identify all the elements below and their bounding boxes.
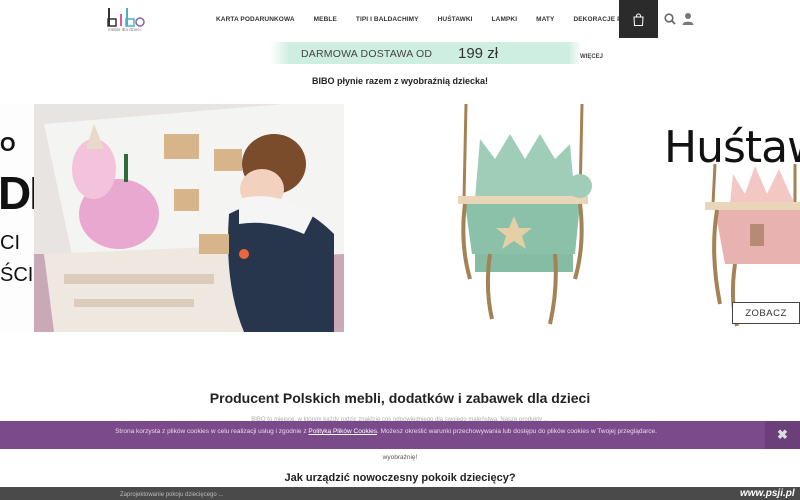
- logo-subtitle: meble dla dzieci: [108, 27, 141, 32]
- section-title: Producent Polskich mebli, dodatków i zab…: [209, 390, 591, 406]
- slide-title: Huśtaw: [664, 122, 800, 173]
- section-subtitle: Jak urządzić nowoczesny pokoik dziecięcy…: [284, 472, 516, 484]
- cookie-policy-link[interactable]: Polityką Plików Cookies: [308, 428, 377, 435]
- nav-item-furniture[interactable]: MEBLE: [314, 16, 337, 23]
- cookie-banner: [0, 421, 800, 449]
- user-icon[interactable]: [682, 12, 694, 25]
- nav-item-tipi[interactable]: TIPI I BALDACHIMY: [356, 16, 419, 23]
- nav-item-lamps[interactable]: LAMPKI: [492, 16, 518, 23]
- page: meble dla dzieci KARTA PODARUNKOWA MEBLE…: [0, 0, 800, 500]
- main-nav: KARTA PODARUNKOWA MEBLE TIPI I BALDACHIM…: [216, 0, 664, 38]
- shopping-bag-icon: [633, 13, 644, 26]
- promo-price: 199 zł: [458, 45, 499, 62]
- section-body-text: Zaprojektowanie pokoju dziecięcego ...: [120, 492, 224, 498]
- slide-prev-letter: CI: [0, 232, 20, 254]
- tagline: BIBO płynie razem z wyobraźnią dziecka!: [311, 76, 489, 86]
- cart-button[interactable]: [619, 0, 658, 38]
- slide-prev-letter: O: [0, 134, 16, 156]
- section-intro-continuation: wyobraźnię!: [382, 454, 418, 461]
- slide-photo-child-table: [34, 104, 344, 332]
- nav-item-swings[interactable]: HUŚTAWKI: [438, 16, 473, 23]
- slide-prev-letter: ŚCI: [0, 264, 34, 286]
- slide-photo-mint-swing: [380, 104, 640, 332]
- nav-item-gift-card[interactable]: KARTA PODARUNKOWA: [216, 16, 295, 23]
- cookie-close-button[interactable]: ✖: [765, 421, 800, 449]
- search-icon[interactable]: [664, 13, 676, 25]
- nav-item-mats[interactable]: MATY: [536, 16, 554, 23]
- promo-more-link[interactable]: WIĘCEJ: [580, 54, 603, 60]
- promo-fade-left: [270, 42, 290, 64]
- hero-slider[interactable]: O DE CI ŚCI Huśta ZOBACZ: [0, 104, 800, 332]
- watermark: www.psji.pl: [740, 488, 795, 499]
- close-icon: ✖: [777, 427, 788, 442]
- cookie-text: Strona korzysta z plików cookies w celu …: [115, 428, 657, 435]
- header: meble dla dzieci KARTA PODARUNKOWA MEBLE…: [0, 0, 800, 40]
- promo-fade-right: [568, 42, 582, 64]
- slide-cta-button[interactable]: ZOBACZ: [732, 302, 800, 324]
- promo-text: DARMOWA DOSTAWA OD: [301, 48, 433, 60]
